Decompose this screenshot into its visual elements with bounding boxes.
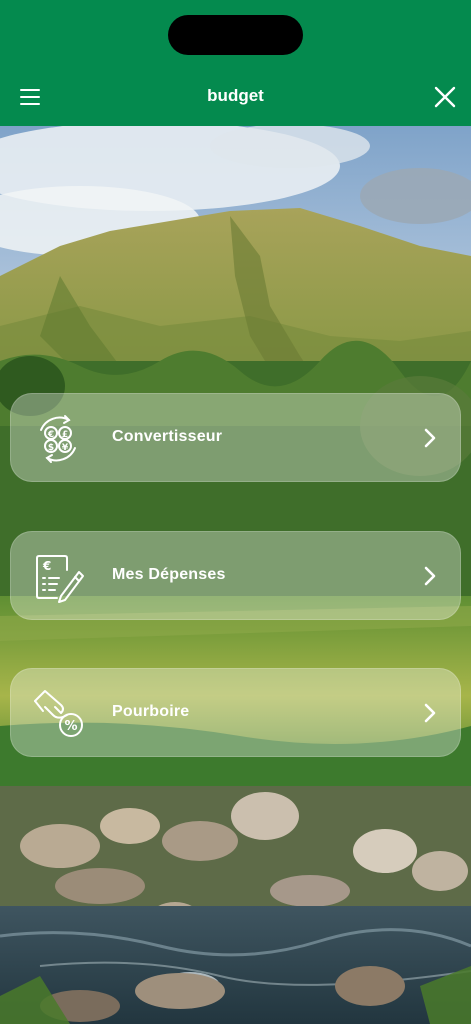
menu-item-label: Pourboire (112, 703, 190, 720)
chevron-right-icon (418, 701, 442, 725)
svg-text:€: € (47, 430, 54, 440)
menu-item-label: Mes Dépenses (112, 566, 226, 583)
svg-text:¥: ¥ (62, 443, 69, 453)
svg-text:%: % (64, 719, 77, 734)
chevron-right-icon (418, 564, 442, 588)
camera-notch (168, 15, 303, 55)
expenses-invoice-icon: € (31, 550, 85, 604)
chevron-right-icon (418, 426, 442, 450)
menu-item-pourboire[interactable]: % Pourboire (10, 668, 461, 757)
tip-hand-coin-icon: % (31, 687, 85, 741)
svg-text:$: $ (48, 443, 54, 453)
svg-text:€: € (42, 559, 51, 573)
top-bar: budget (0, 0, 471, 126)
currency-converter-icon: € £ $ ¥ (31, 412, 85, 466)
close-icon[interactable] (430, 82, 460, 112)
menu-item-mes-depenses[interactable]: € Mes Dépenses (10, 531, 461, 620)
menu-item-label: Convertisseur (112, 428, 223, 445)
page-title: budget (207, 86, 264, 105)
svg-text:£: £ (62, 430, 68, 440)
menu-item-convertisseur[interactable]: € £ $ ¥ Convertisseur (10, 393, 461, 482)
